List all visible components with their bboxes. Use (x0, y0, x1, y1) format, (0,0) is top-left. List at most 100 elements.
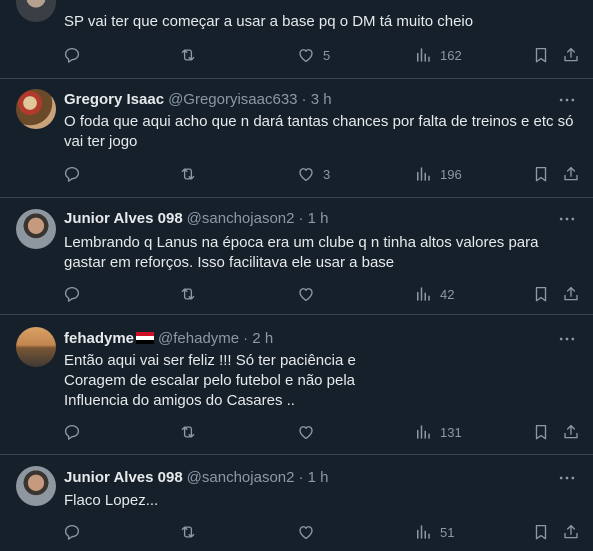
author-name[interactable]: Gregory Isaac (64, 91, 164, 108)
views-button[interactable]: 42 (414, 284, 454, 304)
avatar[interactable] (16, 466, 56, 506)
share-button[interactable] (562, 164, 580, 184)
tweet[interactable]: Junior Alves 098 @sanchojason2 · 1 h Flaco… (0, 455, 593, 551)
tweet-text: Então aqui vai ser feliz !!! Só ter paci… (64, 352, 356, 409)
tweet[interactable]: fehadyme @fehadyme · 2 h Então aqui vai se… (0, 315, 593, 455)
author-name[interactable]: Junior Alves 098 (64, 469, 183, 486)
tweet-actions: 42 (0, 284, 593, 304)
retweet-icon (179, 285, 197, 303)
heart-icon (297, 285, 315, 303)
reply-feed: SP vai ter que começar a usar a base pq … (0, 0, 593, 551)
like-button[interactable] (297, 284, 323, 304)
share-icon (562, 523, 580, 541)
bookmark-icon (532, 423, 550, 441)
heart-icon (297, 523, 315, 541)
tweet[interactable]: Junior Alves 098 @sanchojason2 · 1 h Lembr… (0, 198, 593, 315)
view-count: 42 (440, 286, 455, 302)
retweet-icon (179, 423, 197, 441)
bookmark-button[interactable] (532, 45, 550, 65)
tweet-time[interactable]: · 1 h (298, 210, 328, 227)
avatar[interactable] (16, 89, 56, 129)
retweet-button[interactable] (179, 45, 205, 65)
like-button[interactable] (297, 422, 323, 442)
views-icon (414, 165, 432, 183)
more-icon[interactable] (557, 468, 577, 488)
author-name[interactable]: Junior Alves 098 (64, 210, 183, 227)
tweet-header: fehadyme @fehadyme · 2 h (64, 329, 577, 349)
reply-button[interactable] (63, 45, 89, 65)
author-handle[interactable]: @Gregoryisaac633 (168, 91, 297, 108)
tweet-header: Gregory Isaac @Gregoryisaac633 · 3 h (64, 90, 577, 110)
author-name[interactable]: fehadyme (64, 330, 134, 347)
views-icon (414, 285, 432, 303)
reply-icon (63, 46, 81, 64)
views-icon (414, 523, 432, 541)
tweet-time[interactable]: · 3 h (302, 91, 332, 108)
view-count: 162 (440, 47, 462, 63)
tweet[interactable]: SP vai ter que começar a usar a base pq … (0, 0, 593, 79)
tweet-time[interactable]: · 2 h (243, 330, 273, 347)
retweet-button[interactable] (179, 164, 205, 184)
heart-icon (297, 423, 315, 441)
views-button[interactable]: 131 (414, 422, 462, 442)
view-count: 196 (440, 166, 462, 182)
share-icon (562, 423, 580, 441)
view-count: 51 (440, 524, 455, 540)
author-handle[interactable]: @fehadyme (158, 330, 239, 347)
tweet-header: Junior Alves 098 @sanchojason2 · 1 h (64, 468, 577, 488)
retweet-icon (179, 165, 197, 183)
tweet-actions: 131 (0, 422, 593, 442)
avatar[interactable] (16, 0, 56, 22)
like-button[interactable] (297, 522, 323, 542)
tweet-actions: 51 (0, 522, 593, 542)
bookmark-icon (532, 165, 550, 183)
tweet-header: Junior Alves 098 @sanchojason2 · 1 h (64, 209, 577, 229)
share-icon (562, 46, 580, 64)
tweet-text: O foda que aqui acho que n dará tantas c… (64, 113, 574, 150)
reply-icon (63, 423, 81, 441)
reply-button[interactable] (63, 164, 89, 184)
bookmark-button[interactable] (532, 522, 550, 542)
retweet-button[interactable] (179, 284, 205, 304)
share-button[interactable] (562, 45, 580, 65)
like-button[interactable]: 3 (297, 164, 330, 184)
tweet-time[interactable]: · 1 h (298, 469, 328, 486)
more-icon[interactable] (557, 90, 577, 110)
tweet-text: Flaco Lopez... (64, 492, 159, 509)
share-icon (562, 165, 580, 183)
share-button[interactable] (562, 522, 580, 542)
reply-button[interactable] (63, 284, 89, 304)
author-handle[interactable]: @sanchojason2 (187, 469, 295, 486)
retweet-button[interactable] (179, 422, 205, 442)
views-button[interactable]: 196 (414, 164, 462, 184)
reply-button[interactable] (63, 522, 89, 542)
reply-icon (63, 165, 81, 183)
more-icon[interactable] (557, 209, 577, 229)
like-button[interactable]: 5 (297, 45, 330, 65)
avatar[interactable] (16, 327, 56, 367)
share-icon (562, 285, 580, 303)
flag-icon (136, 332, 155, 344)
tweet[interactable]: Gregory Isaac @Gregoryisaac633 · 3 h O fod… (0, 79, 593, 198)
bookmark-button[interactable] (532, 284, 550, 304)
bookmark-icon (532, 523, 550, 541)
bookmark-icon (532, 46, 550, 64)
views-icon (414, 46, 432, 64)
bookmark-button[interactable] (532, 164, 550, 184)
like-count: 5 (323, 47, 331, 63)
heart-icon (297, 46, 315, 64)
tweet-text: SP vai ter que começar a usar a base pq … (64, 13, 474, 30)
bookmark-button[interactable] (532, 422, 550, 442)
views-button[interactable]: 162 (414, 45, 462, 65)
views-button[interactable]: 51 (414, 522, 454, 542)
bookmark-icon (532, 285, 550, 303)
share-button[interactable] (562, 284, 580, 304)
retweet-button[interactable] (179, 522, 205, 542)
share-button[interactable] (562, 422, 580, 442)
more-icon[interactable] (557, 329, 577, 349)
avatar[interactable] (16, 209, 56, 249)
reply-icon (63, 523, 81, 541)
author-handle[interactable]: @sanchojason2 (187, 210, 295, 227)
reply-button[interactable] (63, 422, 89, 442)
tweet-actions: 5 162 (0, 45, 593, 65)
